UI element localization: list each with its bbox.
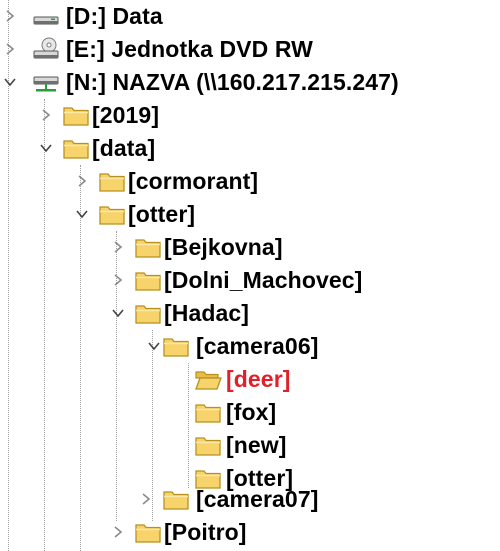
chevron-right-icon[interactable] bbox=[110, 524, 126, 540]
folder-icon bbox=[195, 404, 221, 423]
tree-item-folder[interactable]: [camera06] bbox=[0, 330, 500, 363]
tree-item-drive-d[interactable]: [D:] Data bbox=[0, 0, 500, 33]
tree-item-label: [E:] Jednotka DVD RW bbox=[66, 36, 313, 62]
tree-item-folder[interactable]: [Dolni_Machovec] bbox=[0, 264, 500, 297]
chevron-down-icon[interactable] bbox=[74, 206, 90, 222]
folder-icon bbox=[63, 140, 89, 159]
folder-icon bbox=[195, 437, 221, 456]
tree-item-folder[interactable]: [data] bbox=[0, 132, 500, 165]
tree-item-label: [Poitro] bbox=[164, 519, 247, 545]
folder-tree: [D:] Data [E:] Jednotka DVD RW [N:] NAZV… bbox=[0, 0, 500, 551]
tree-item-folder[interactable]: [Hadac] bbox=[0, 297, 500, 330]
tree-item-drive-n[interactable]: [N:] NAZVA (\\160.217.215.247) bbox=[0, 66, 500, 99]
tree-item-folder[interactable]: [cormorant] bbox=[0, 165, 500, 198]
folder-icon bbox=[99, 173, 125, 192]
tree-item-label: [D:] Data bbox=[66, 3, 163, 29]
tree-item-label: [fox] bbox=[226, 399, 277, 425]
tree-item-folder[interactable]: [new] bbox=[0, 429, 500, 462]
chevron-down-icon[interactable] bbox=[38, 140, 54, 156]
tree-item-folder[interactable]: [2019] bbox=[0, 99, 500, 132]
folder-open-icon bbox=[195, 371, 222, 390]
folder-icon bbox=[135, 239, 161, 258]
chevron-down-icon[interactable] bbox=[2, 74, 18, 90]
tree-item-label: [new] bbox=[226, 432, 287, 458]
folder-icon bbox=[163, 338, 189, 357]
tree-item-folder[interactable]: [fox] bbox=[0, 396, 500, 429]
folder-icon bbox=[63, 107, 89, 126]
tree-item-label: [otter] bbox=[128, 201, 196, 227]
tree-item-label: [camera06] bbox=[196, 333, 319, 359]
tree-item-label: [cormorant] bbox=[128, 168, 259, 194]
chevron-down-icon[interactable] bbox=[110, 305, 126, 321]
tree-item-label: [Hadac] bbox=[164, 300, 250, 326]
chevron-right-icon[interactable] bbox=[2, 8, 18, 24]
tree-item-folder[interactable]: [Bejkovna] bbox=[0, 231, 500, 264]
tree-item-drive-e[interactable]: [E:] Jednotka DVD RW bbox=[0, 33, 500, 66]
folder-icon bbox=[163, 491, 189, 510]
chevron-right-icon[interactable] bbox=[38, 107, 54, 123]
tree-item-folder[interactable]: [camera07] bbox=[0, 483, 500, 516]
network-drive-icon bbox=[33, 76, 59, 92]
hard-drive-icon bbox=[33, 16, 59, 25]
chevron-down-icon[interactable] bbox=[146, 338, 162, 354]
chevron-right-icon[interactable] bbox=[110, 239, 126, 255]
chevron-right-icon[interactable] bbox=[138, 491, 154, 507]
dvd-drive-icon bbox=[33, 37, 59, 59]
tree-item-folder[interactable]: [Poitro] bbox=[0, 516, 500, 549]
chevron-right-icon[interactable] bbox=[74, 173, 90, 189]
tree-item-folder-selected[interactable]: [deer] bbox=[0, 363, 500, 396]
tree-item-label: [Bejkovna] bbox=[164, 234, 283, 260]
tree-item-label: [deer] bbox=[226, 366, 291, 392]
tree-item-label: [N:] NAZVA (\\160.217.215.247) bbox=[66, 69, 399, 95]
chevron-right-icon[interactable] bbox=[110, 272, 126, 288]
tree-item-label: [camera07] bbox=[196, 486, 319, 512]
tree-item-label: [data] bbox=[92, 135, 156, 161]
folder-icon bbox=[99, 206, 125, 225]
chevron-right-icon[interactable] bbox=[2, 41, 18, 57]
tree-item-folder[interactable]: [otter] bbox=[0, 198, 500, 231]
folder-icon bbox=[135, 305, 161, 324]
folder-icon bbox=[135, 524, 161, 543]
tree-item-label: [Dolni_Machovec] bbox=[164, 267, 363, 293]
folder-icon bbox=[135, 272, 161, 291]
tree-item-label: [2019] bbox=[92, 102, 160, 128]
